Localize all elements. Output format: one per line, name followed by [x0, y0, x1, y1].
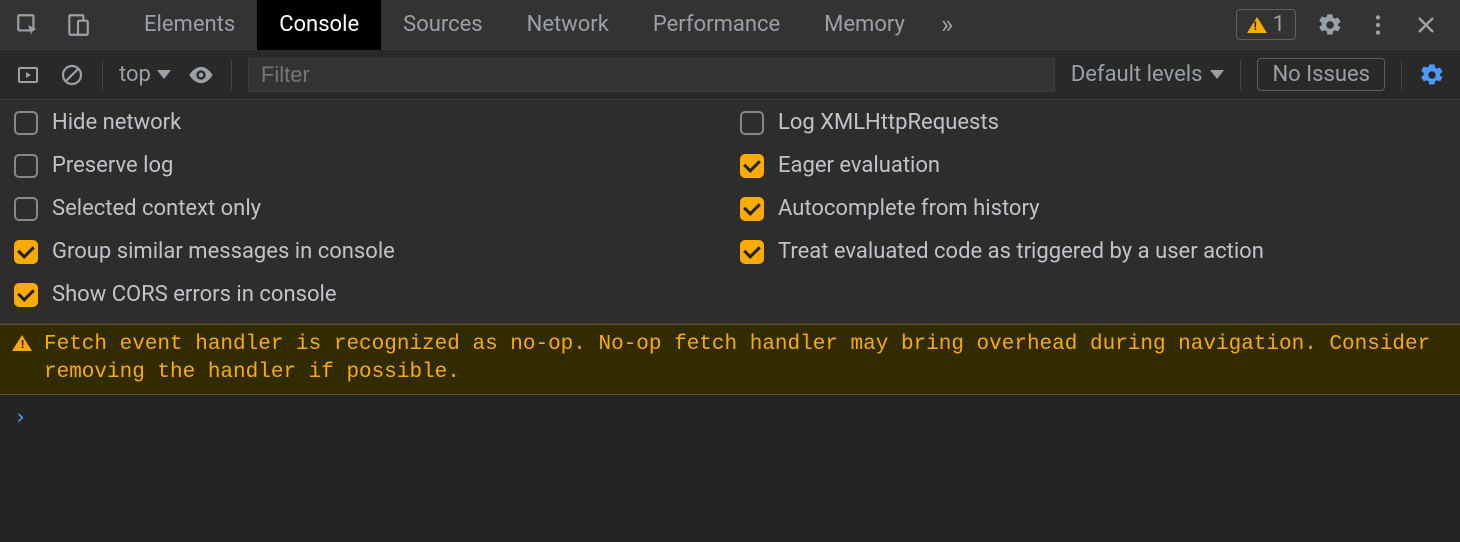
- console-warning-message[interactable]: Fetch event handler is recognized as no-…: [0, 324, 1460, 395]
- setting-user-gesture[interactable]: Treat evaluated code as triggered by a u…: [740, 239, 1446, 264]
- console-prompt[interactable]: ›: [0, 395, 1460, 439]
- setting-label: Selected context only: [52, 196, 261, 221]
- toolbar-separator: [1401, 60, 1402, 90]
- settings-gear-icon[interactable]: [1316, 11, 1344, 39]
- setting-hide-network[interactable]: Hide network: [14, 110, 720, 135]
- checkbox-icon: [740, 240, 764, 264]
- tab-label: Console: [279, 12, 359, 37]
- console-toolbar: top Default levels No Issues: [0, 50, 1460, 100]
- tab-label: Memory: [824, 12, 905, 37]
- warning-count: 1: [1273, 12, 1285, 37]
- warning-text: Fetch event handler is recognized as no-…: [44, 331, 1446, 388]
- setting-show-cors-errors[interactable]: Show CORS errors in console: [14, 282, 720, 307]
- setting-label: Autocomplete from history: [778, 196, 1040, 221]
- tab-label: Elements: [144, 12, 235, 37]
- setting-label: Hide network: [52, 110, 181, 135]
- toolbar-separator: [1240, 60, 1241, 90]
- console-settings-gear-icon[interactable]: [1418, 61, 1446, 89]
- toggle-sidebar-icon[interactable]: [14, 61, 42, 89]
- checkbox-icon: [14, 240, 38, 264]
- chevron-down-icon: [1210, 70, 1224, 79]
- warning-icon: [12, 335, 32, 351]
- devtools-tabbar: Elements Console Sources Network Perform…: [0, 0, 1460, 50]
- tab-label: Sources: [403, 12, 483, 37]
- checkbox-icon: [14, 197, 38, 221]
- warnings-count-badge[interactable]: 1: [1236, 9, 1296, 40]
- setting-autocomplete-history[interactable]: Autocomplete from history: [740, 196, 1446, 221]
- inspect-element-icon[interactable]: [14, 11, 42, 39]
- tab-sources[interactable]: Sources: [381, 0, 505, 50]
- close-devtools-icon[interactable]: [1412, 11, 1440, 39]
- issues-label: No Issues: [1272, 62, 1370, 87]
- setting-log-xhr[interactable]: Log XMLHttpRequests: [740, 110, 1446, 135]
- prompt-symbol: ›: [14, 405, 27, 429]
- checkbox-icon: [14, 111, 38, 135]
- tab-memory[interactable]: Memory: [802, 0, 927, 50]
- setting-label: Group similar messages in console: [52, 239, 395, 264]
- toolbar-separator: [102, 60, 103, 90]
- setting-eager-evaluation[interactable]: Eager evaluation: [740, 153, 1446, 178]
- checkbox-icon: [14, 154, 38, 178]
- context-label: top: [119, 62, 151, 87]
- checkbox-icon: [740, 197, 764, 221]
- console-settings-panel: Hide network Log XMLHttpRequests Preserv…: [0, 100, 1460, 324]
- setting-label: Show CORS errors in console: [52, 282, 337, 307]
- filter-input[interactable]: [248, 58, 1055, 92]
- checkbox-icon: [740, 154, 764, 178]
- setting-label: Eager evaluation: [778, 153, 940, 178]
- setting-label: Treat evaluated code as triggered by a u…: [778, 239, 1264, 264]
- log-level-selector[interactable]: Default levels: [1071, 62, 1225, 87]
- checkbox-icon: [14, 283, 38, 307]
- setting-selected-context-only[interactable]: Selected context only: [14, 196, 720, 221]
- tab-elements[interactable]: Elements: [122, 0, 257, 50]
- tabbar-right: 1: [1236, 9, 1460, 40]
- clear-console-icon[interactable]: [58, 61, 86, 89]
- tabs-container: Elements Console Sources Network Perform…: [122, 0, 967, 50]
- setting-label: Preserve log: [52, 153, 173, 178]
- tab-label: Performance: [653, 12, 780, 37]
- chevron-down-icon: [157, 70, 171, 79]
- tab-overflow-button[interactable]: »: [927, 0, 967, 50]
- setting-group-similar[interactable]: Group similar messages in console: [14, 239, 720, 264]
- execution-context-selector[interactable]: top: [119, 62, 171, 87]
- checkbox-icon: [740, 111, 764, 135]
- tab-console[interactable]: Console: [257, 0, 381, 50]
- tabbar-left-icons: [0, 11, 92, 39]
- issues-button[interactable]: No Issues: [1257, 58, 1385, 91]
- level-label: Default levels: [1071, 62, 1203, 87]
- toolbar-separator: [231, 60, 232, 90]
- live-expression-icon[interactable]: [187, 61, 215, 89]
- device-toolbar-icon[interactable]: [64, 11, 92, 39]
- kebab-menu-icon[interactable]: [1364, 11, 1392, 39]
- tab-label: Network: [527, 12, 609, 37]
- setting-label: Log XMLHttpRequests: [778, 110, 999, 135]
- setting-preserve-log[interactable]: Preserve log: [14, 153, 720, 178]
- tab-network[interactable]: Network: [505, 0, 631, 50]
- tab-performance[interactable]: Performance: [631, 0, 802, 50]
- overflow-symbol: »: [941, 10, 953, 40]
- warning-icon: [1247, 17, 1267, 33]
